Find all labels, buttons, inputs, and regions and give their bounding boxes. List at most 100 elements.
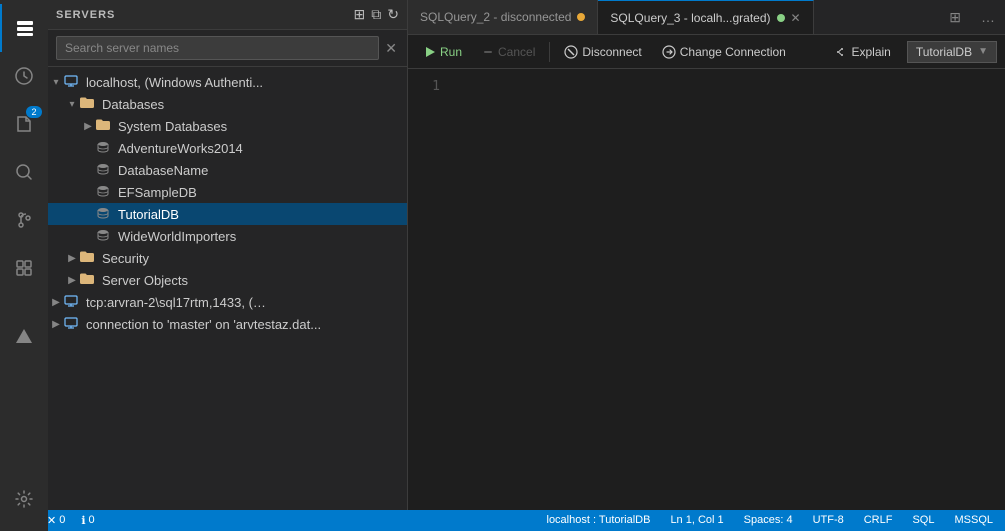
tree-item[interactable]: AdventureWorks2014 xyxy=(48,137,407,159)
sidebar-title: SERVERS xyxy=(56,9,115,21)
filter-icon[interactable]: ⧉ xyxy=(371,6,381,23)
tab-dot xyxy=(577,13,585,21)
sidebar-item-extensions[interactable] xyxy=(0,244,48,292)
status-encoding[interactable]: UTF-8 xyxy=(809,514,848,526)
status-line-ending[interactable]: CRLF xyxy=(860,514,897,526)
files-badge: 2 xyxy=(26,106,42,118)
tree-item[interactable]: WideWorldImporters xyxy=(48,225,407,247)
explain-button[interactable]: Explain xyxy=(825,43,898,61)
disconnect-button[interactable]: Disconnect xyxy=(556,42,649,62)
change-connection-icon xyxy=(662,45,676,59)
tree-item-icon xyxy=(64,295,82,310)
tree-arrow: ▶ xyxy=(64,253,80,264)
tree-item-icon xyxy=(96,228,114,245)
tree-item[interactable]: ▶ Security xyxy=(48,247,407,269)
sidebar-item-git[interactable] xyxy=(0,196,48,244)
tree-item[interactable]: ▶ Server Objects xyxy=(48,269,407,291)
sidebar-item-servers[interactable] xyxy=(0,4,48,52)
tree-item[interactable]: ▶ connection to 'master' on 'arvtestaz.d… xyxy=(48,313,407,335)
tree-item-label: tcp:arvran-2\sql17rtm,1433, (… xyxy=(86,295,266,310)
tree-item-icon xyxy=(96,162,114,179)
tree-arrow: ▶ xyxy=(48,297,64,308)
error-icon: ✕ xyxy=(47,514,56,527)
tree-item-label: Security xyxy=(102,251,149,266)
search-input[interactable] xyxy=(56,36,379,60)
tree-item[interactable]: DatabaseName xyxy=(48,159,407,181)
tree-item-icon xyxy=(80,97,98,112)
cancel-button: Cancel xyxy=(474,42,543,62)
spaces-label: Spaces: 4 xyxy=(744,514,793,526)
change-connection-button[interactable]: Change Connection xyxy=(654,42,794,62)
sidebar-item-search[interactable] xyxy=(0,148,48,196)
new-connection-icon[interactable]: ⊞ xyxy=(354,6,366,23)
editor-content: 1 xyxy=(408,69,1005,510)
tree-item-icon xyxy=(96,119,114,134)
split-editor-button[interactable]: ⊞ xyxy=(939,9,971,26)
tree-item[interactable]: ▶ System Databases xyxy=(48,115,407,137)
sidebar-item-files[interactable]: 2 xyxy=(0,100,48,148)
status-right: localhost : TutorialDB Ln 1, Col 1 Space… xyxy=(543,514,998,526)
tree-item-label: EFSampleDB xyxy=(118,185,197,200)
sidebar-actions: ⊞ ⧉ ↻ xyxy=(354,6,399,23)
tab-connected-dot xyxy=(777,14,785,22)
tabs-bar: SQLQuery_2 - disconnected SQLQuery_3 - l… xyxy=(408,0,1005,35)
tree-item-label: AdventureWorks2014 xyxy=(118,141,243,156)
tree-item[interactable]: EFSampleDB xyxy=(48,181,407,203)
sidebar-header: SERVERS ⊞ ⧉ ↻ xyxy=(48,0,407,30)
tree-item-label: Databases xyxy=(102,97,164,112)
line-number-1: 1 xyxy=(408,77,440,96)
tree-item-label: WideWorldImporters xyxy=(118,229,236,244)
tree-item-label: localhost, (Windows Authenti... xyxy=(86,75,263,90)
server-tree: ▾ localhost, (Windows Authenti...▾ Datab… xyxy=(48,67,407,510)
tree-item-icon xyxy=(96,184,114,201)
toolbar: Run Cancel Disconnect xyxy=(408,35,1005,69)
search-clear-button[interactable]: ✕ xyxy=(383,40,399,57)
tree-arrow: ▶ xyxy=(64,275,80,286)
tab-close-button[interactable]: ✕ xyxy=(791,11,801,25)
database-name: TutorialDB xyxy=(916,45,972,59)
refresh-icon[interactable]: ↻ xyxy=(387,6,399,23)
tree-item-icon xyxy=(64,75,82,90)
tree-arrow: ▶ xyxy=(80,121,96,132)
tree-item-icon xyxy=(96,140,114,157)
tree-item-label: TutorialDB xyxy=(118,207,179,222)
cancel-icon xyxy=(482,46,494,58)
line-numbers: 1 xyxy=(408,69,448,510)
tree-arrow: ▾ xyxy=(64,99,80,110)
dialect-label: MSSQL xyxy=(954,514,993,526)
status-info[interactable]: ℹ 0 xyxy=(77,514,98,527)
settings-button[interactable] xyxy=(0,475,48,523)
main-layout: SERVERS ⊞ ⧉ ↻ ✕ ▾ localhost, (Windows Au… xyxy=(48,0,1005,510)
tree-item-label: Server Objects xyxy=(102,273,188,288)
tree-item-label: DatabaseName xyxy=(118,163,208,178)
status-spaces[interactable]: Spaces: 4 xyxy=(740,514,797,526)
tree-item[interactable]: ▶ tcp:arvran-2\sql17rtm,1433, (… xyxy=(48,291,407,313)
sidebar-item-deploy[interactable] xyxy=(0,312,48,360)
tree-item-icon xyxy=(96,206,114,223)
activity-bar: 2 xyxy=(0,0,48,531)
run-button[interactable]: Run xyxy=(416,42,470,62)
tab-sqlquery3[interactable]: SQLQuery_3 - localh...grated) ✕ xyxy=(598,0,813,35)
run-icon xyxy=(424,46,436,58)
tab-sqlquery2[interactable]: SQLQuery_2 - disconnected xyxy=(408,0,598,35)
status-connection[interactable]: localhost : TutorialDB xyxy=(543,514,655,526)
disconnect-icon xyxy=(564,45,578,59)
database-selector[interactable]: TutorialDB ▼ xyxy=(907,41,997,63)
tree-item[interactable]: ▾ Databases xyxy=(48,93,407,115)
tree-item[interactable]: TutorialDB xyxy=(48,203,407,225)
sidebar: SERVERS ⊞ ⧉ ↻ ✕ ▾ localhost, (Windows Au… xyxy=(48,0,408,510)
more-actions-button[interactable]: … xyxy=(971,9,1005,25)
chevron-down-icon: ▼ xyxy=(978,46,988,57)
status-position[interactable]: Ln 1, Col 1 xyxy=(666,514,727,526)
editor-text-area[interactable] xyxy=(448,69,1005,510)
status-language[interactable]: SQL xyxy=(908,514,938,526)
explain-icon xyxy=(833,45,847,59)
status-dialect[interactable]: MSSQL xyxy=(950,514,997,526)
tree-item-label: connection to 'master' on 'arvtestaz.dat… xyxy=(86,317,321,332)
tree-arrow: ▶ xyxy=(48,319,64,330)
connection-label: localhost : TutorialDB xyxy=(547,514,651,526)
tree-item[interactable]: ▾ localhost, (Windows Authenti... xyxy=(48,71,407,93)
tree-arrow: ▾ xyxy=(48,77,64,88)
sidebar-item-history[interactable] xyxy=(0,52,48,100)
language-label: SQL xyxy=(912,514,934,526)
